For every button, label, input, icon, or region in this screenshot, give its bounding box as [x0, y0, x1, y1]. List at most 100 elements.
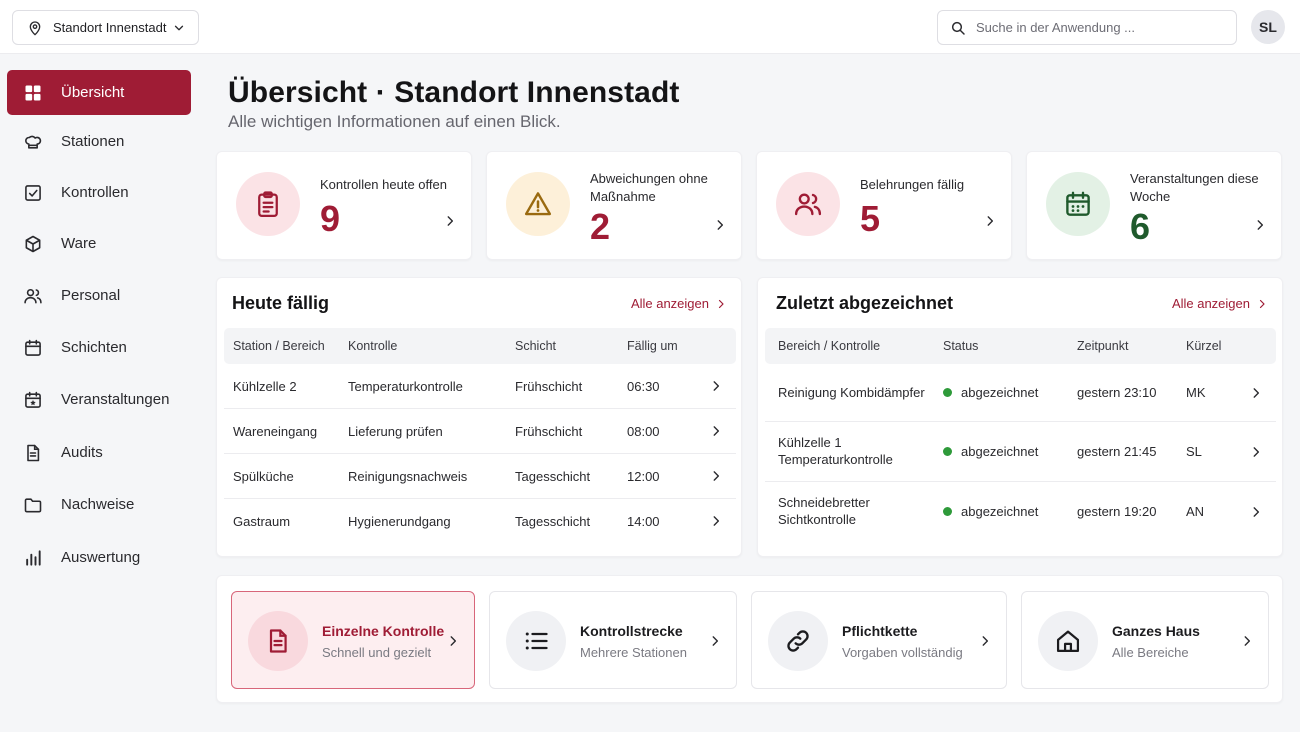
sidebar-item-label: Schichten: [61, 339, 127, 356]
sidebar-item-ware[interactable]: Ware: [7, 221, 191, 266]
chevron-right-icon: [709, 424, 723, 438]
checkbox-icon: [23, 183, 43, 203]
column-header: Bereich / Kontrolle: [778, 339, 881, 353]
cell-time: gestern 21:45: [1077, 444, 1157, 459]
kpi-icon-circle: [776, 172, 840, 236]
sidebar-item-audits[interactable]: Audits: [7, 430, 191, 475]
cell-initials: MK: [1186, 385, 1206, 400]
warning-icon: [523, 189, 553, 219]
chevron-right-icon: [978, 634, 992, 648]
calendar-icon: [23, 338, 43, 358]
chevron-right-icon: [713, 218, 727, 232]
cell-control: Lieferung prüfen: [348, 424, 443, 439]
action-title: Kontrollstrecke: [580, 623, 683, 639]
chevron-right-icon: [1253, 218, 1267, 232]
action-single-control-button[interactable]: Einzelne Kontrolle Schnell und gezielt: [231, 591, 475, 689]
table-row[interactable]: Spülküche Reinigungsnachweis Tagesschich…: [224, 454, 736, 499]
sidebar-item-label: Personal: [61, 287, 121, 304]
calendar-star-icon: [23, 390, 43, 410]
link-icon: [784, 627, 812, 655]
quick-actions-card: Einzelne Kontrolle Schnell und gezielt K…: [216, 575, 1283, 703]
kpi-label: Kontrollen heute offen: [320, 177, 447, 192]
document-icon: [23, 443, 43, 463]
main-content: Übersicht · Standort Innenstadt Alle wic…: [200, 54, 1300, 732]
action-icon-circle: [248, 611, 308, 671]
page-title: Übersicht · Standort Innenstadt: [228, 76, 680, 109]
users-icon: [23, 286, 43, 306]
cell-station: Spülküche: [233, 469, 294, 484]
cell-shift: Tagesschicht: [515, 514, 591, 529]
show-all-link[interactable]: Alle anzeigen: [1172, 296, 1268, 311]
chevron-right-icon: [1249, 386, 1263, 400]
cell-area: Schneidebretter Sichtkontrolle: [778, 495, 870, 527]
column-header: Zeitpunkt: [1077, 339, 1129, 353]
kpi-card-events-week[interactable]: Veranstaltungen diese Woche 6: [1026, 151, 1282, 260]
sidebar-item-auswertung[interactable]: Auswertung: [7, 535, 191, 580]
recently-signed-card: Zuletzt abgezeichnet Alle anzeigen Berei…: [757, 277, 1283, 557]
chevron-right-icon: [709, 379, 723, 393]
action-duty-chain-button[interactable]: Pflichtkette Vorgaben vollständig: [751, 591, 1007, 689]
chevron-right-icon: [1249, 445, 1263, 459]
action-title: Ganzes Haus: [1112, 623, 1200, 639]
sidebar-item-label: Ware: [61, 235, 97, 252]
sidebar-item-schichten[interactable]: Schichten: [7, 325, 191, 370]
chevron-right-icon: [1256, 298, 1268, 310]
sidebar-item-stationen[interactable]: Stationen: [7, 119, 191, 164]
kpi-card-controls-open[interactable]: Kontrollen heute offen 9: [216, 151, 472, 260]
card-title: Zuletzt abgezeichnet: [776, 293, 954, 313]
sidebar: Übersicht Stationen Kontrollen Ware Pers…: [0, 54, 200, 732]
column-header: Fällig um: [627, 339, 678, 353]
table-row[interactable]: Schneidebretter Sichtkontrolle abgezeich…: [765, 482, 1276, 542]
cell-station: Kühlzelle 2: [233, 379, 297, 394]
document-icon: [264, 627, 292, 655]
action-subtitle: Mehrere Stationen: [580, 645, 687, 660]
chef-hat-icon: [23, 132, 43, 152]
cell-due: 08:00: [627, 424, 660, 439]
cell-due: 12:00: [627, 469, 660, 484]
card-title: Heute fällig: [232, 293, 330, 313]
sidebar-item-uebersicht[interactable]: Übersicht: [7, 70, 191, 115]
sidebar-item-label: Kontrollen: [61, 184, 129, 201]
search-box[interactable]: [937, 10, 1237, 45]
kpi-card-deviations[interactable]: Abweichungen ohne Maßnahme 2: [486, 151, 742, 260]
cell-area: Reinigung Kombidämpfer: [778, 385, 925, 400]
cell-time: gestern 23:10: [1077, 385, 1157, 400]
cell-due: 06:30: [627, 379, 660, 394]
table-header: Bereich / Kontrolle Status Zeitpunkt Kür…: [765, 328, 1276, 364]
cell-station: Gastraum: [233, 514, 291, 529]
sidebar-item-kontrollen[interactable]: Kontrollen: [7, 170, 191, 215]
calendar-icon: [1063, 189, 1093, 219]
action-control-route-button[interactable]: Kontrollstrecke Mehrere Stationen: [489, 591, 737, 689]
action-icon-circle: [1038, 611, 1098, 671]
action-icon-circle: [768, 611, 828, 671]
sidebar-item-label: Auswertung: [61, 549, 141, 566]
action-whole-house-button[interactable]: Ganzes Haus Alle Bereiche: [1021, 591, 1269, 689]
cell-status: abgezeichnet: [943, 384, 1038, 401]
table-row[interactable]: Gastraum Hygienerundgang Tagesschicht 14…: [224, 499, 736, 544]
cell-due: 14:00: [627, 514, 660, 529]
sidebar-item-veranstaltungen[interactable]: Veranstaltungen: [7, 377, 191, 422]
sidebar-item-label: Audits: [61, 444, 103, 461]
clipboard-icon: [253, 189, 283, 219]
kpi-label: Abweichungen ohne Maßnahme: [590, 171, 708, 204]
table-header: Station / Bereich Kontrolle Schicht Fäll…: [224, 328, 736, 364]
table-row[interactable]: Wareneingang Lieferung prüfen Frühschich…: [224, 409, 736, 454]
column-header: Schicht: [515, 339, 556, 353]
sidebar-item-personal[interactable]: Personal: [7, 273, 191, 318]
action-icon-circle: [506, 611, 566, 671]
user-avatar[interactable]: SL: [1251, 10, 1285, 44]
show-all-link[interactable]: Alle anzeigen: [631, 296, 727, 311]
table-row[interactable]: Kühlzelle 1 Temperaturkontrolle abgezeic…: [765, 422, 1276, 482]
sidebar-item-nachweise[interactable]: Nachweise: [7, 482, 191, 527]
status-text: abgezeichnet: [961, 504, 1039, 519]
page-subtitle: Alle wichtigen Informationen auf einen B…: [228, 112, 561, 131]
chevron-right-icon: [983, 214, 997, 228]
table-row[interactable]: Kühlzelle 2 Temperaturkontrolle Frühschi…: [224, 364, 736, 409]
kpi-card-instructions-due[interactable]: Belehrungen fällig 5: [756, 151, 1012, 260]
cell-shift: Frühschicht: [515, 379, 583, 394]
users-icon: [793, 189, 823, 219]
location-select[interactable]: Standort Innenstadt: [12, 10, 199, 45]
table-row[interactable]: Reinigung Kombidämpfer abgezeichnet gest…: [765, 364, 1276, 422]
chevron-right-icon: [708, 634, 722, 648]
search-input[interactable]: [976, 20, 1224, 35]
